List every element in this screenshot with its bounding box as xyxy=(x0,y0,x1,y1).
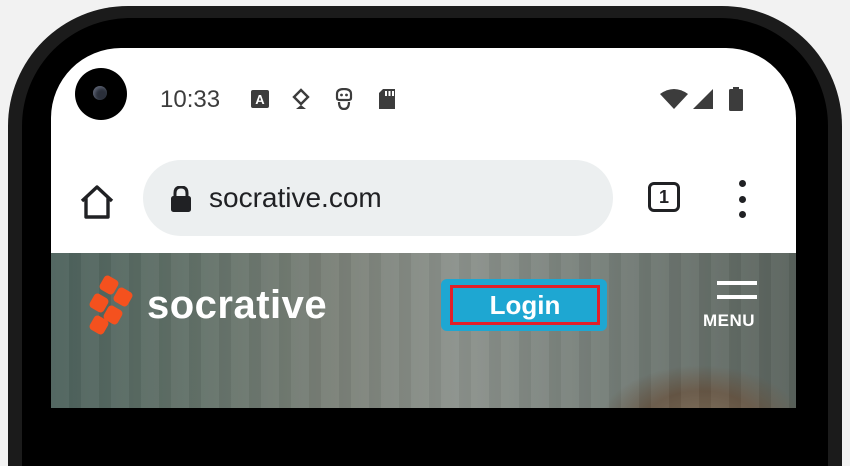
login-button[interactable]: Login xyxy=(441,279,607,331)
menu-button[interactable]: MENU xyxy=(703,281,763,333)
socrative-logo-icon xyxy=(88,274,134,336)
location-icon xyxy=(291,88,311,110)
tab-switcher-button[interactable]: 1 xyxy=(648,182,680,212)
home-icon[interactable] xyxy=(77,182,117,222)
brand-name: socrative xyxy=(147,282,328,327)
phone-screen: 10:33 A socrative.com 1 socrative Login … xyxy=(51,48,796,408)
lock-icon xyxy=(170,185,192,212)
wifi-icon xyxy=(659,88,689,110)
translate-icon: A xyxy=(250,88,270,110)
front-camera xyxy=(75,68,127,120)
browser-toolbar: socrative.com 1 xyxy=(51,160,796,250)
signal-icon xyxy=(692,88,714,110)
hero-banner: socrative Login MENU xyxy=(51,253,796,408)
login-highlight-box: Login xyxy=(450,285,600,325)
sd-card-icon xyxy=(377,88,397,110)
site-logo[interactable]: socrative xyxy=(88,274,328,336)
status-time: 10:33 xyxy=(160,86,221,113)
svg-text:A: A xyxy=(255,92,265,107)
menu-icon-bar xyxy=(717,295,757,299)
accessibility-icon xyxy=(333,88,355,110)
login-label: Login xyxy=(489,289,561,320)
address-bar[interactable]: socrative.com xyxy=(143,160,613,236)
battery-icon xyxy=(728,87,744,111)
url-text[interactable]: socrative.com xyxy=(209,182,382,214)
status-bar: 10:33 A xyxy=(51,48,796,148)
menu-label: MENU xyxy=(703,311,756,330)
more-options-icon[interactable] xyxy=(737,180,747,218)
menu-icon xyxy=(717,281,757,285)
